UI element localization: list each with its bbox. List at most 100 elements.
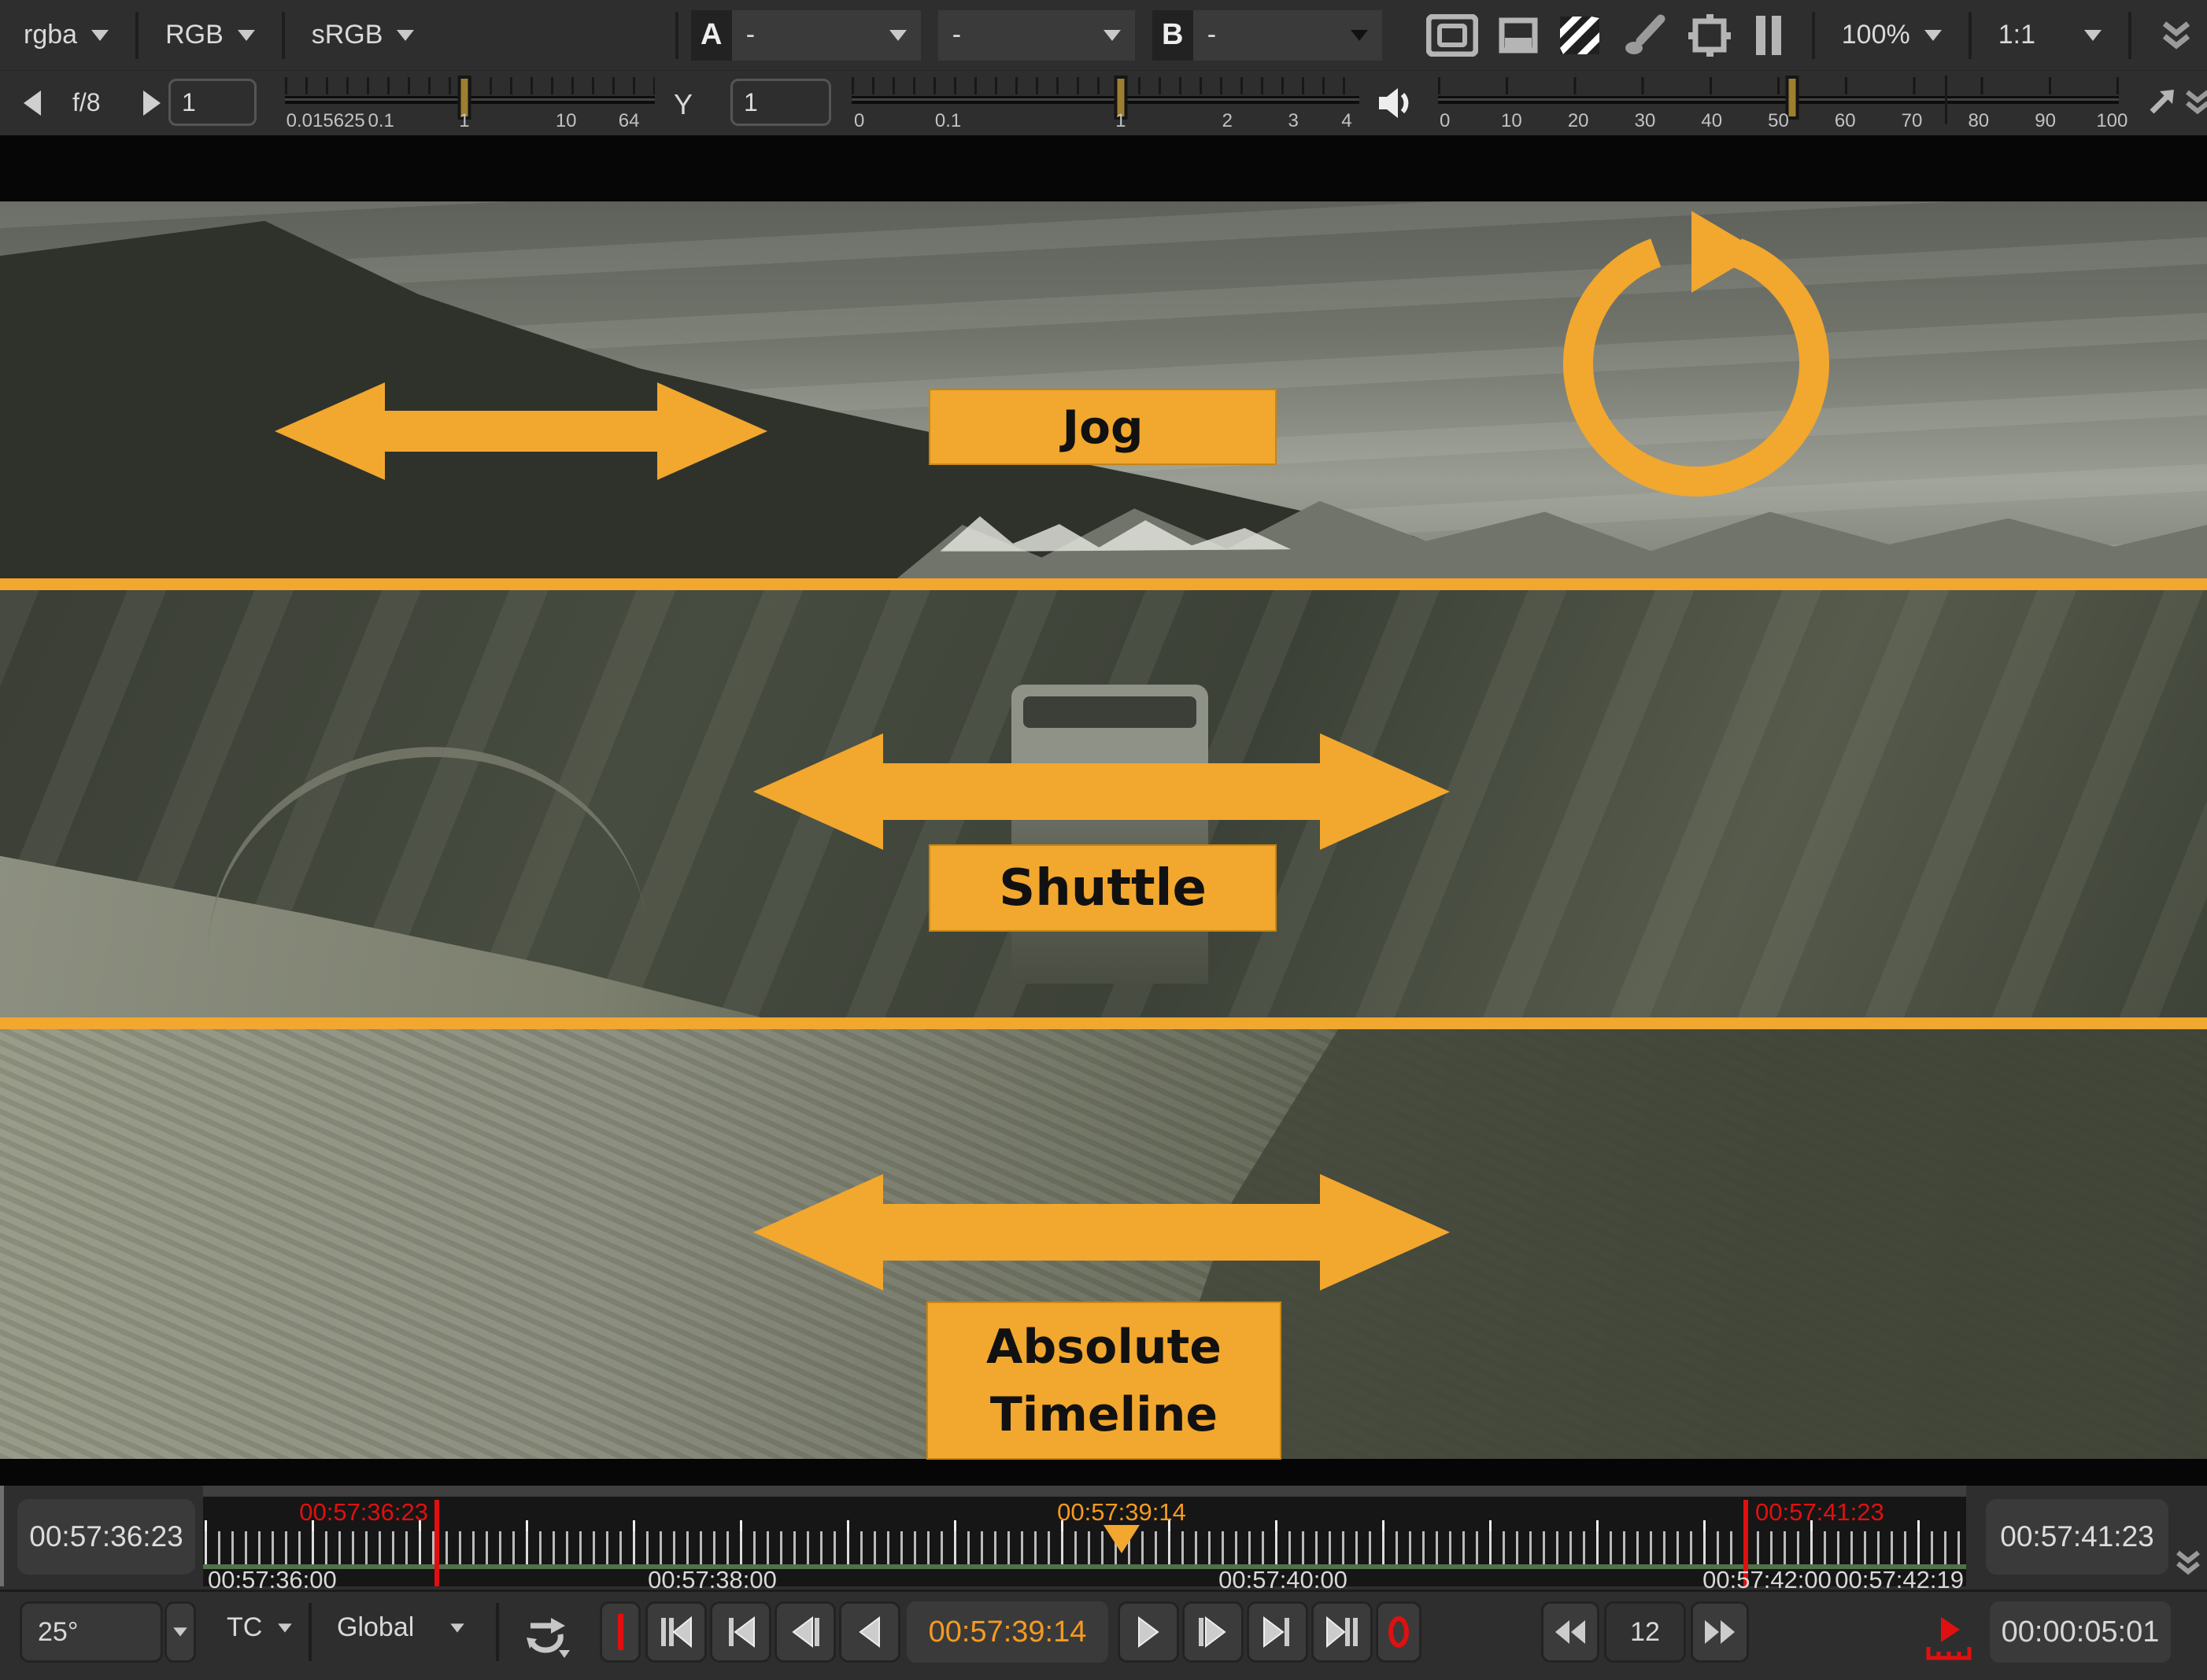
expand-arrow-icon[interactable]: [2144, 85, 2179, 120]
skip-forward-button[interactable]: [1691, 1601, 1749, 1663]
gamma-tick-label: 0: [854, 110, 864, 132]
volume-slider[interactable]: 0 10 20 30 40 50 60 70 80 90 100: [1438, 71, 2119, 135]
gamma-input[interactable]: [730, 79, 831, 126]
play-forward-fast-button[interactable]: [1311, 1601, 1373, 1663]
ruler-label: 00:57:38:00: [648, 1566, 777, 1594]
arrow-right-head: [1320, 733, 1450, 850]
speaker-icon[interactable]: [1376, 83, 1415, 123]
gain-slider[interactable]: 0.015625 0.1 1 10 64: [285, 71, 655, 135]
in-point-marker[interactable]: [434, 1500, 439, 1586]
arrow-right-head: [657, 382, 767, 480]
gain-tick-label: 10: [556, 110, 577, 132]
wipe-mode-dropdown[interactable]: -: [938, 10, 1135, 61]
absolute-timeline-arrow: [753, 1174, 1450, 1290]
jog-label: Jog: [929, 389, 1277, 465]
duration-display[interactable]: 00:00:05:01: [1990, 1601, 2171, 1663]
pause-icon[interactable]: [1752, 14, 1785, 57]
gamma-slider[interactable]: 0 0.1 1 2 3 4: [852, 71, 1359, 135]
input-a-dropdown[interactable]: -: [732, 10, 921, 61]
input-a-value: -: [746, 20, 755, 50]
volume-tick-label: 60: [1835, 110, 1856, 132]
volume-tick-label: 90: [2035, 110, 2056, 132]
playhead-marker[interactable]: [1104, 1525, 1140, 1553]
fps-field[interactable]: 25°: [20, 1601, 163, 1663]
chevron-down-icon: [450, 1623, 464, 1632]
viewer-canvas[interactable]: Jog Shuttle Absolute Timeline: [0, 135, 2207, 1486]
out-point-timecode-box[interactable]: 00:57:41:23: [1986, 1499, 2168, 1575]
display-mode-dropdown[interactable]: RGB: [165, 20, 255, 50]
step-back-button[interactable]: [774, 1601, 836, 1663]
left-triangle-bar-icon: [786, 1615, 824, 1649]
zebra-stripes-icon[interactable]: [1558, 15, 1601, 56]
arrow-shaft: [385, 411, 657, 452]
chevron-down-icon: [238, 30, 255, 41]
gate-display-icon[interactable]: [1688, 13, 1732, 57]
playback-mode-loop-icon[interactable]: [521, 1614, 573, 1661]
volume-tick-label: 20: [1568, 110, 1589, 132]
range-mode-dropdown[interactable]: Global: [337, 1612, 466, 1643]
proxy-icon[interactable]: [1499, 17, 1538, 54]
skip-back-button[interactable]: [1541, 1601, 1599, 1663]
set-in-point-button[interactable]: [600, 1601, 641, 1663]
prev-fstop-button[interactable]: [24, 90, 41, 116]
chevron-down-icon: [397, 30, 414, 41]
gamma-label: Y: [674, 88, 693, 121]
playback-range-icon[interactable]: [1924, 1615, 1972, 1663]
gamma-tick-label: 0.1: [935, 110, 961, 132]
input-b-dropdown[interactable]: -: [1193, 10, 1382, 61]
volume-slider-track[interactable]: [1438, 96, 2119, 104]
frame-increment-value: 12: [1630, 1617, 1660, 1648]
collapse-chevrons-icon[interactable]: [2172, 1547, 2204, 1578]
timeline-strip[interactable]: 00:57:36:23 00:57:39:14 00:57:41:23 00:5…: [203, 1486, 1966, 1586]
volume-tick-label: 30: [1635, 110, 1656, 132]
bars-left-triangle-icon: [656, 1615, 697, 1649]
shuttle-label: Shuttle: [929, 844, 1277, 932]
roi-brush-icon[interactable]: [1621, 14, 1667, 57]
divider: [675, 12, 678, 59]
frame-increment-field[interactable]: 12: [1604, 1601, 1686, 1663]
colorspace-dropdown[interactable]: sRGB: [312, 20, 415, 50]
step-forward-button[interactable]: [1182, 1601, 1244, 1663]
volume-tick-label: 50: [1768, 110, 1789, 132]
fps-dropdown-button[interactable]: [165, 1601, 196, 1663]
out-marker-label: 00:57:41:23: [1755, 1498, 1944, 1527]
in-point-timecode-box[interactable]: 00:57:36:23: [17, 1499, 195, 1575]
play-backward-fast-button[interactable]: [645, 1601, 707, 1663]
timecode-mode-dropdown[interactable]: TC: [227, 1612, 294, 1643]
collapse-chevrons-icon[interactable]: [2182, 87, 2207, 118]
pixel-aspect-dropdown[interactable]: 1:1: [1998, 20, 2102, 50]
collapse-chevrons-icon[interactable]: [2158, 17, 2194, 54]
set-out-point-button[interactable]: [1376, 1601, 1421, 1663]
channels-dropdown[interactable]: rgba: [24, 20, 109, 50]
fps-value: 25°: [38, 1617, 78, 1648]
zoom-level-value: 100%: [1842, 20, 1910, 50]
next-fstop-button[interactable]: [143, 90, 161, 116]
play-backward-button[interactable]: [839, 1601, 900, 1663]
viewer-toolbar: rgba RGB sRGB A - - B -: [0, 0, 2207, 71]
gain-tick-label: 0.015625: [287, 110, 365, 132]
car-windshield: [1023, 696, 1196, 728]
colorspace-label: sRGB: [312, 20, 383, 50]
volume-tick-label: 70: [1902, 110, 1923, 132]
bar-right-triangle-icon: [1194, 1615, 1232, 1649]
current-timecode-display[interactable]: 00:57:39:14: [907, 1601, 1108, 1663]
zoom-level-dropdown[interactable]: 100%: [1842, 20, 1942, 50]
fstop-label: f/8: [72, 88, 101, 117]
go-to-end-button[interactable]: [1247, 1601, 1308, 1663]
gain-input[interactable]: [168, 79, 257, 126]
absolute-label-line1: Absolute: [986, 1313, 1222, 1381]
in-marker-label: 00:57:36:23: [250, 1498, 428, 1527]
timeline-scrollbar[interactable]: [203, 1486, 1966, 1497]
chevron-down-icon: [889, 30, 907, 41]
ruler-label: 00:57:42:19: [1835, 1566, 1964, 1594]
play-forward-button[interactable]: [1118, 1601, 1179, 1663]
range-mode-value: Global: [337, 1612, 414, 1643]
chevron-down-icon: [1924, 30, 1942, 41]
monitor-out-icon[interactable]: [1426, 14, 1478, 57]
divider: [309, 1603, 312, 1661]
ruler-label: 00:57:40:00: [1218, 1566, 1347, 1594]
go-to-start-button[interactable]: [710, 1601, 771, 1663]
absolute-label-line2: Timeline: [990, 1381, 1218, 1449]
gamma-slider-track[interactable]: [852, 96, 1359, 104]
arrow-left-head: [275, 382, 385, 480]
